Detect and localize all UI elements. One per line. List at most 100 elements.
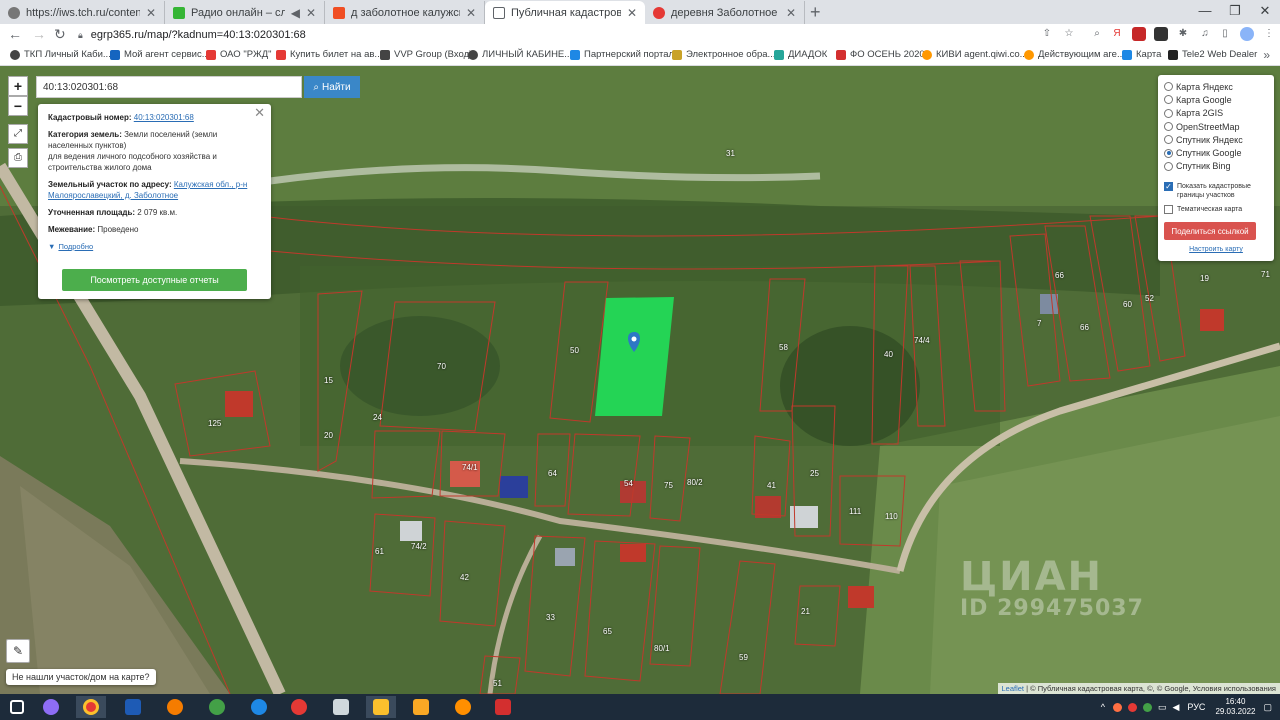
profile-icon[interactable] xyxy=(1240,27,1254,41)
taskbar-app[interactable] xyxy=(284,696,314,718)
thematic-map-checkbox[interactable]: Тематическая карта xyxy=(1164,205,1268,215)
close-icon[interactable]: ✕ xyxy=(254,106,265,119)
layer-option[interactable]: Карта Яндекс xyxy=(1164,80,1268,93)
layer-option[interactable]: OpenStreetMap xyxy=(1164,120,1268,133)
bookmark-item[interactable]: ФО ОСЕНЬ 2020 xyxy=(836,49,925,60)
ext-icon[interactable] xyxy=(1132,27,1146,41)
minimize-icon[interactable]: — xyxy=(1190,0,1220,24)
search-input[interactable] xyxy=(36,76,302,98)
close-window-icon[interactable]: ✕ xyxy=(1250,0,1280,24)
bookmark-item[interactable]: Купить билет на ав... xyxy=(276,49,382,60)
bookmark-item[interactable]: ОАО "РЖД" xyxy=(206,49,272,60)
tray-app-icon[interactable] xyxy=(1127,702,1137,712)
radio-icon[interactable] xyxy=(1164,135,1173,145)
new-tab-button[interactable]: + xyxy=(810,2,821,23)
close-icon[interactable]: ✕ xyxy=(306,6,316,20)
details-toggle[interactable]: ▼ Подробно xyxy=(48,241,261,252)
tab-4-active[interactable]: Публичная кадастровая карта д ✕ xyxy=(485,1,645,24)
start-button[interactable] xyxy=(2,696,32,718)
taskbar-app[interactable] xyxy=(36,696,66,718)
layer-option[interactable]: Карта Google xyxy=(1164,93,1268,106)
clock[interactable]: 16:40 29.03.2022 xyxy=(1215,697,1255,717)
media-icon[interactable]: ♫ xyxy=(1198,27,1212,41)
taskbar-app[interactable] xyxy=(202,696,232,718)
close-icon[interactable]: ✕ xyxy=(627,6,637,20)
notifications-icon[interactable]: ▢ xyxy=(1263,702,1272,713)
radio-icon[interactable] xyxy=(1164,122,1173,132)
speaker-icon[interactable]: ◀ xyxy=(291,6,300,20)
ext-icon[interactable] xyxy=(1154,27,1168,41)
find-button[interactable]: ⌕ Найти xyxy=(304,76,360,98)
network-icon[interactable]: ▭ xyxy=(1158,702,1167,713)
taskbar-app[interactable] xyxy=(406,696,436,718)
more-bookmarks-icon[interactable]: » xyxy=(1263,48,1270,62)
zoom-icon[interactable]: ⌕ xyxy=(1090,27,1104,41)
bookmark-item[interactable]: VVP Group (Вход) xyxy=(380,49,472,60)
bookmark-item[interactable]: ЛИЧНЫЙ КАБИНЕ... xyxy=(468,49,572,60)
layer-option-selected[interactable]: Спутник Google xyxy=(1164,146,1268,159)
tab-3[interactable]: д заболотное калужская област ✕ xyxy=(325,1,485,24)
radio-icon[interactable] xyxy=(1164,161,1173,171)
tray-app-icon[interactable] xyxy=(1112,702,1122,712)
checkbox-icon[interactable] xyxy=(1164,205,1173,215)
radio-selected-icon[interactable] xyxy=(1164,148,1173,158)
maximize-icon[interactable]: ❐ xyxy=(1220,0,1250,24)
zoom-out-button[interactable]: − xyxy=(8,96,28,116)
bookmark-item[interactable]: Действующим аге... xyxy=(1024,49,1125,60)
radio-icon[interactable] xyxy=(1164,95,1173,105)
menu-icon[interactable]: ⋮ xyxy=(1262,27,1276,41)
share-icon[interactable]: ⇧ xyxy=(1040,27,1054,41)
taskbar-app[interactable] xyxy=(160,696,190,718)
forward-icon[interactable]: → xyxy=(32,26,46,42)
bookmark-item[interactable]: Партнерский портал xyxy=(570,49,674,60)
taskbar-app[interactable] xyxy=(448,696,478,718)
close-icon[interactable]: ✕ xyxy=(786,6,796,20)
bookmark-item[interactable]: Мой агент сервис... xyxy=(110,49,210,60)
not-found-link[interactable]: Не нашли участок/дом на карте? xyxy=(6,669,156,685)
radio-icon[interactable] xyxy=(1164,108,1173,118)
fullscreen-icon[interactable]: ⤢ xyxy=(8,124,28,144)
taskbar-app[interactable] xyxy=(366,696,396,718)
cadastral-map[interactable]: 31 70 50 58 15 125 24 20 74/1 64 54 75 8… xyxy=(0,66,1280,694)
print-icon[interactable]: ⎙ xyxy=(8,148,28,168)
taskbar-app[interactable] xyxy=(488,696,518,718)
leaflet-link[interactable]: Leaflet xyxy=(1002,684,1025,693)
tab-5[interactable]: деревня Заболотное ✕ xyxy=(645,1,805,24)
yandex-ext-icon[interactable]: Я xyxy=(1110,27,1124,41)
taskbar-app[interactable] xyxy=(118,696,148,718)
bookmark-item[interactable]: КИВИ agent.qiwi.co... xyxy=(922,49,1028,60)
radio-icon[interactable] xyxy=(1164,82,1173,92)
bookmark-item[interactable]: Tele2 Web Dealer xyxy=(1168,49,1257,60)
address-bar[interactable]: 🔒︎ egrp365.ru/map/?kadnum=40:13:020301:6… xyxy=(78,25,1178,45)
back-icon[interactable]: ← xyxy=(8,26,22,42)
bookmark-item[interactable]: Карта xyxy=(1122,49,1161,60)
ruler-icon[interactable]: ✎ xyxy=(6,639,30,663)
bookmark-item[interactable]: ТКП Личный Каби... xyxy=(10,49,111,60)
bookmark-item[interactable]: ДИАДОК xyxy=(774,49,827,60)
star-icon[interactable]: ☆ xyxy=(1062,27,1076,41)
cadastral-number-link[interactable]: 40:13:020301:68 xyxy=(134,113,194,122)
view-reports-button[interactable]: Посмотреть доступные отчеты xyxy=(62,269,247,291)
volume-icon[interactable]: ◀ xyxy=(1172,702,1179,713)
tab-1[interactable]: https://iws.tch.ru/contentlinks?m ✕ xyxy=(0,1,165,24)
language-indicator[interactable]: РУС xyxy=(1187,702,1205,712)
chevron-up-icon[interactable]: ^ xyxy=(1101,702,1105,712)
taskbar-app[interactable] xyxy=(326,696,356,718)
share-link-button[interactable]: Поделиться ссылкой xyxy=(1164,222,1256,241)
checkbox-checked-icon[interactable]: ✓ xyxy=(1164,182,1173,192)
zoom-in-button[interactable]: + xyxy=(8,76,28,96)
bookmark-item[interactable]: Электронное обра... xyxy=(672,49,775,60)
taskbar-app[interactable] xyxy=(244,696,274,718)
reload-icon[interactable]: ↻ xyxy=(54,26,66,43)
tray-app-icon[interactable] xyxy=(1142,702,1152,712)
sidebar-icon[interactable]: ▯ xyxy=(1218,27,1232,41)
tab-2[interactable]: Радио онлайн – слушать бе ◀ ✕ xyxy=(165,1,325,24)
show-borders-checkbox[interactable]: ✓ Показать кадастровые границы участков xyxy=(1164,182,1268,200)
configure-map-link[interactable]: Настроить карту xyxy=(1164,246,1268,253)
layer-option[interactable]: Спутник Bing xyxy=(1164,160,1268,173)
layer-option[interactable]: Карта 2GIS xyxy=(1164,107,1268,120)
puzzle-icon[interactable]: ✱ xyxy=(1176,27,1190,41)
taskbar-app[interactable] xyxy=(76,696,106,718)
close-icon[interactable]: ✕ xyxy=(466,6,476,20)
layer-option[interactable]: Спутник Яндекс xyxy=(1164,133,1268,146)
